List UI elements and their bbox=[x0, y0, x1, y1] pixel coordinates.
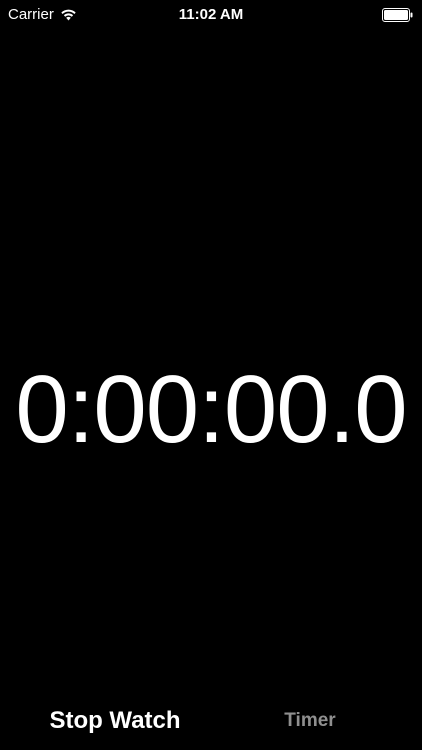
status-time: 11:02 AM bbox=[178, 6, 244, 23]
battery-icon bbox=[382, 8, 414, 22]
stopwatch-time-display: 0:00:00.0 bbox=[15, 356, 407, 463]
status-bar: Carrier 11:02 AM bbox=[0, 0, 422, 30]
tab-stop-watch[interactable]: Stop Watch bbox=[20, 700, 210, 746]
tab-timer[interactable]: Timer bbox=[240, 700, 380, 746]
tab-bar: Stop Watch Timer bbox=[0, 700, 422, 746]
